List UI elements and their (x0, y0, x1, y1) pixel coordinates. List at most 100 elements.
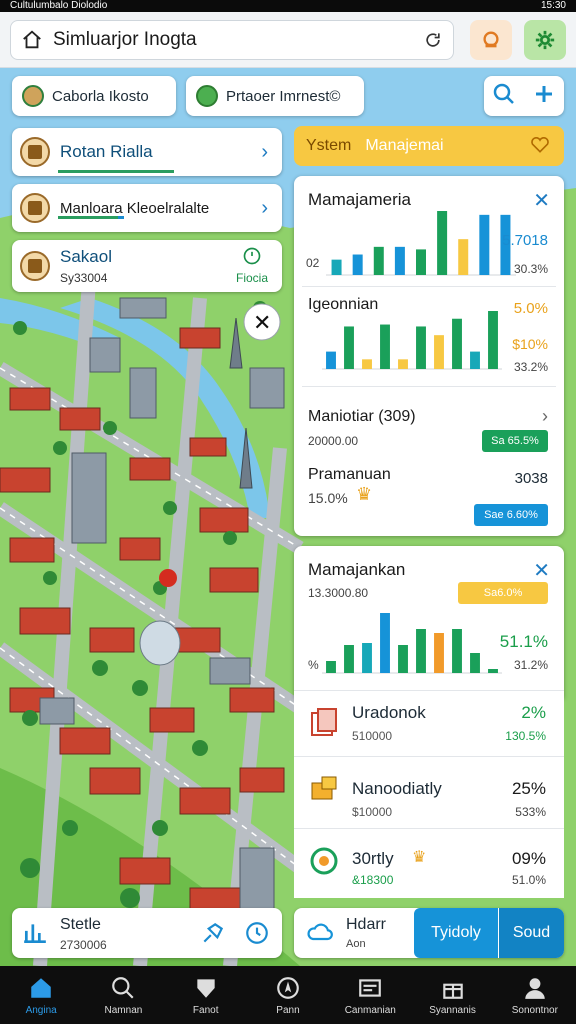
chart-bar (434, 335, 444, 369)
top-bar: Simluarjor Inogta (0, 12, 576, 68)
nav-inbox[interactable]: Canmanian (329, 966, 411, 1024)
card-subtitle: Sy33004 (60, 271, 108, 285)
tyidoly-button[interactable]: Tyidoly (414, 908, 498, 958)
chevron-right-icon[interactable]: › (542, 406, 548, 427)
chart-bar (416, 326, 426, 369)
add-icon[interactable] (532, 82, 556, 111)
address-bar[interactable]: Simluarjor Inogta (10, 20, 454, 60)
chart-bar (344, 326, 354, 369)
nav-compass[interactable]: Pann (247, 966, 329, 1024)
list-item[interactable]: Nanoodiatly $10000 25% 533% (294, 756, 564, 828)
chart-bar (398, 645, 408, 673)
row-title: Pramanuan (308, 466, 391, 483)
coin-icon (22, 85, 44, 107)
user-icon (525, 977, 545, 999)
row-title: Maniotiar (309) (308, 408, 416, 425)
item-value-2: 533% (515, 805, 546, 819)
bar-chart-3 (322, 613, 502, 674)
crown-icon: ♛ (356, 484, 373, 504)
section-pct: 5.0% (513, 300, 548, 317)
pin-icon[interactable] (200, 920, 226, 946)
chart-bar (362, 643, 372, 673)
chart-bar (488, 311, 498, 369)
header-label-2: Manajemai (365, 137, 444, 154)
nav-label: Syannanis (429, 1004, 476, 1016)
compass-icon (277, 976, 299, 999)
chart-bar (479, 214, 490, 275)
close-icon[interactable]: ✕ (533, 188, 550, 213)
card-sakaol[interactable]: Sakaol Sy33004 Fiocia (12, 240, 282, 292)
chart-bar (452, 318, 462, 369)
document-icon (20, 251, 50, 281)
soud-button[interactable]: Soud (499, 908, 564, 958)
chart-bar (434, 633, 444, 673)
chart-bar (437, 211, 448, 275)
search-icon[interactable] (492, 82, 516, 111)
app-title: Simluarjor Inogta (53, 29, 197, 50)
bar-chart-1 (326, 211, 516, 276)
card-rotan[interactable]: Rotan Rialla › (12, 128, 282, 176)
chevron-right-icon[interactable]: › (261, 141, 268, 164)
profile-button[interactable] (470, 20, 512, 60)
chart-bar (344, 645, 354, 673)
nav-home[interactable]: Angina (0, 966, 82, 1024)
gift-icon (442, 983, 463, 999)
chart-bar (398, 359, 408, 369)
chart-bar (326, 351, 336, 369)
list-item[interactable]: 30rtly ♛ &18300 09% 51.0% (294, 828, 564, 898)
item-value: 2% (521, 703, 546, 722)
chart-bar (470, 351, 480, 369)
panel-badge: Sa6.0% (458, 582, 548, 604)
chart-bar (362, 359, 372, 369)
panel-pct-2: 31.2% (513, 658, 548, 672)
progress-indicator-2 (118, 216, 124, 219)
search-icon (112, 976, 134, 999)
item-sub: &18300 (352, 873, 394, 887)
clock-icon[interactable] (244, 920, 270, 946)
item-sub: 510000 (352, 729, 393, 743)
nav-label: Fanot (192, 1004, 219, 1016)
bar-chart-2 (322, 311, 502, 370)
item-value: 09% (511, 849, 546, 868)
close-icon[interactable]: ✕ (533, 558, 550, 583)
hdarr-row: Hdarr Aon Tyidoly Soud (294, 908, 564, 958)
status-time: 15:30 (540, 0, 566, 11)
close-icon[interactable]: ✕ (253, 310, 271, 336)
chevron-right-icon[interactable]: › (261, 197, 268, 220)
mamajankan-panel: Mamajankan ✕ 13.3000.80 Sa6.0% % 51.1% 3… (294, 546, 564, 698)
system-header[interactable]: Ystem Manajemai (294, 126, 564, 166)
card-action-label: Fiocia (235, 271, 268, 285)
list-item[interactable]: Uradonok 510000 2% 130.5% (294, 690, 564, 756)
panel-sub: 13.3000.80 (308, 586, 369, 600)
nav-search[interactable]: Namnan (82, 966, 164, 1024)
chip-caborla[interactable]: Caborla Ikosto (12, 76, 176, 116)
item-name: 30rtly (352, 849, 394, 868)
item-sub: $10000 (352, 805, 393, 819)
chart-bar (331, 259, 342, 275)
nav-shield[interactable]: Fanot (165, 966, 247, 1024)
chart-bar (352, 254, 363, 275)
card-action[interactable]: Fiocia (236, 246, 268, 285)
settings-button[interactable] (524, 20, 566, 60)
heart-icon[interactable] (530, 135, 550, 160)
card-sub: 2730006 (60, 938, 107, 952)
chip-prtaoer[interactable]: Prtaoer Imrnest© (186, 76, 364, 116)
status-left: Cultulumbalo Diolodio (10, 0, 108, 11)
status-card[interactable]: Stetle 2730006 (12, 908, 282, 958)
row-sub: 15.0% (308, 490, 348, 506)
section-pct-2: $10% (512, 336, 548, 352)
nav-profile[interactable]: Sonontnor (494, 966, 576, 1024)
card-manloara[interactable]: Manloara Kleoelralalte › (12, 184, 282, 232)
refresh-icon[interactable] (413, 30, 453, 50)
axis-tick: 02 (306, 256, 320, 270)
home-icon[interactable] (11, 29, 53, 51)
axis-tick: % (308, 658, 319, 672)
nav-gift[interactable]: Syannanis (411, 966, 493, 1024)
management-panel: Mamajameria ✕ 02 5.7018 30.3% Igeonnian … (294, 176, 564, 536)
chart-bar (458, 239, 469, 275)
chart-bar (326, 661, 336, 673)
box-icon (311, 776, 337, 800)
nav-label: Pann (276, 1004, 300, 1016)
item-value-2: 51.0% (511, 873, 546, 887)
divider (302, 386, 556, 387)
